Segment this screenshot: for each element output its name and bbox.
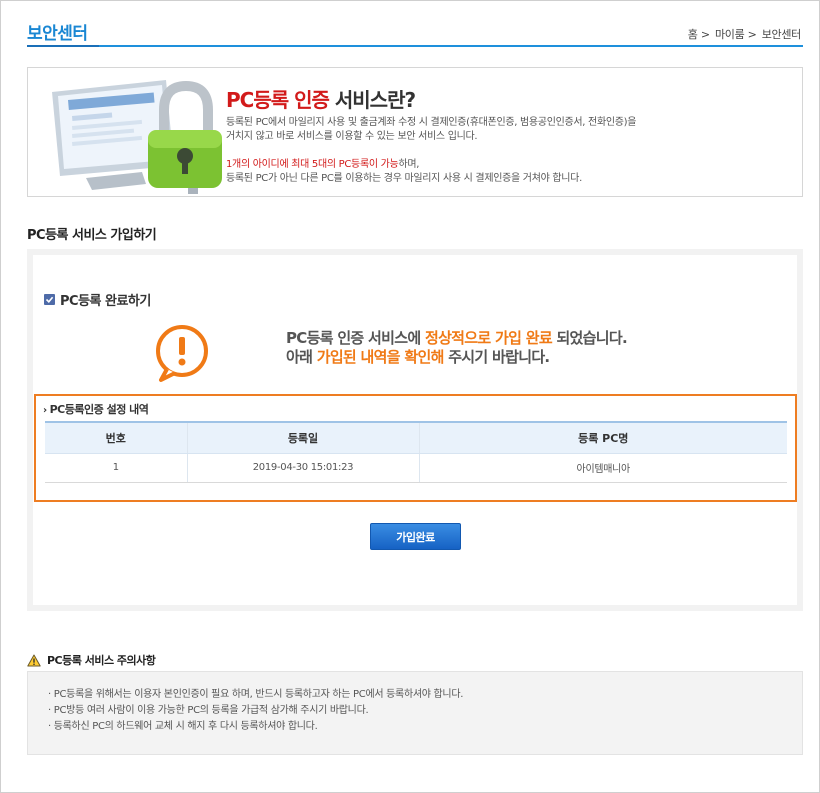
intro-note: 1개의 아이디에 최대 5대의 PC등록이 가능하며, 등록된 PC가 아닌 다… xyxy=(226,158,766,186)
registration-table: 번호 등록일 등록 PC명 1 2019-04-30 15:01:23 아이템매… xyxy=(45,421,787,483)
breadcrumb-myroom[interactable]: 마이룸 > xyxy=(715,28,757,41)
caution-item: · PC방등 여러 사람이 이용 가능한 PC의 등록을 가급적 삼가해 주시기… xyxy=(48,705,369,716)
complete-message-line1: PC등록 인증 서비스에 정상적으로 가입 완료 되었습니다. xyxy=(286,327,628,348)
intro-desc-line: 거치지 않고 바로 서비스를 이용할 수 있는 보안 서비스 입니다. xyxy=(226,131,478,142)
caution-title: PC등록 서비스 주의사항 xyxy=(27,652,156,668)
intro-note-line: 등록된 PC가 아닌 다른 PC를 이용하는 경우 마일리지 사용 시 결제인증… xyxy=(226,173,582,184)
caution-title-text: PC등록 서비스 주의사항 xyxy=(47,654,156,667)
breadcrumb-current: 보안센터 xyxy=(761,28,802,41)
intro-note-rest: 하며, xyxy=(398,159,420,170)
exclamation-bubble-icon xyxy=(156,325,208,382)
breadcrumb-home[interactable]: 홈 > xyxy=(688,28,710,41)
table-caption-text: PC등록인증 설정 내역 xyxy=(49,403,149,416)
computer-padlock-icon xyxy=(52,80,222,194)
title-divider xyxy=(27,45,803,47)
message-highlight: 정상적으로 가입 완료 xyxy=(424,329,553,347)
cell-no: 1 xyxy=(45,453,187,483)
caution-list: · PC등록을 위해서는 이용자 본인인증이 필요 하며, 반드시 등록하고자 … xyxy=(27,671,803,755)
caution-item: · 등록하신 PC의 하드웨어 교체 시 해지 후 다시 등록하셔야 합니다. xyxy=(48,721,318,732)
intro-heading-rest: 서비스란? xyxy=(328,88,416,112)
intro-heading-highlight: PC등록 인증 xyxy=(226,88,330,112)
table-caption: › PC등록인증 설정 내역 xyxy=(43,401,149,417)
complete-row: PC등록 완료하기 xyxy=(44,290,151,309)
warning-triangle-icon xyxy=(27,654,41,666)
message-text: 되었습니다. xyxy=(551,329,627,347)
column-header-date: 등록일 xyxy=(186,421,419,454)
message-text: 주시기 바랍니다. xyxy=(443,348,550,366)
message-highlight: 가입된 내역을 확인해 xyxy=(316,348,445,366)
caution-item: · PC등록을 위해서는 이용자 본인인증이 필요 하며, 반드시 등록하고자 … xyxy=(48,689,464,700)
message-text: 아래 xyxy=(286,348,317,366)
table-row: 1 2019-04-30 15:01:23 아이템매니아 xyxy=(45,453,787,483)
section-title: PC등록 서비스 가입하기 xyxy=(27,228,157,243)
intro-description: 등록된 PC에서 마일리지 사용 및 출금계좌 수정 시 결제인증(휴대폰인증,… xyxy=(226,116,766,144)
intro-banner: PC등록 인증 서비스란? 등록된 PC에서 마일리지 사용 및 출금계좌 수정… xyxy=(27,67,803,197)
message-text: PC등록 인증 서비스에 xyxy=(286,329,425,347)
title-divider-accent xyxy=(27,45,99,47)
complete-message-line2: 아래 가입된 내역을 확인해 주시기 바랍니다. xyxy=(286,346,550,367)
checkbox-checked-icon xyxy=(44,294,55,305)
cell-date: 2019-04-30 15:01:23 xyxy=(186,453,419,483)
page-title: 보안센터 xyxy=(27,24,88,44)
page-frame: 보안센터 홈 > 마이룸 > 보안센터 PC등록 인증 서비스란? 등록된 PC… xyxy=(0,0,820,793)
complete-label: PC등록 완료하기 xyxy=(60,294,151,309)
column-header-no: 번호 xyxy=(45,421,187,454)
signup-complete-button[interactable]: 가입완료 xyxy=(370,523,461,550)
intro-note-highlight: 1개의 아이디에 최대 5대의 PC등록이 가능 xyxy=(226,159,399,170)
intro-note-line: 1개의 아이디에 최대 5대의 PC등록이 가능하며, xyxy=(226,158,766,172)
intro-desc-line: 등록된 PC에서 마일리지 사용 및 출금계좌 수정 시 결제인증(휴대폰인증,… xyxy=(226,117,637,128)
cell-pc-name: 아이템매니아 xyxy=(418,453,787,483)
breadcrumb: 홈 > 마이룸 > 보안센터 xyxy=(686,26,802,42)
column-header-pc-name: 등록 PC명 xyxy=(418,421,787,454)
table-header-row: 번호 등록일 등록 PC명 xyxy=(45,421,787,454)
intro-heading: PC등록 인증 서비스란? xyxy=(226,84,416,113)
chevron-right-icon: › xyxy=(43,405,47,416)
